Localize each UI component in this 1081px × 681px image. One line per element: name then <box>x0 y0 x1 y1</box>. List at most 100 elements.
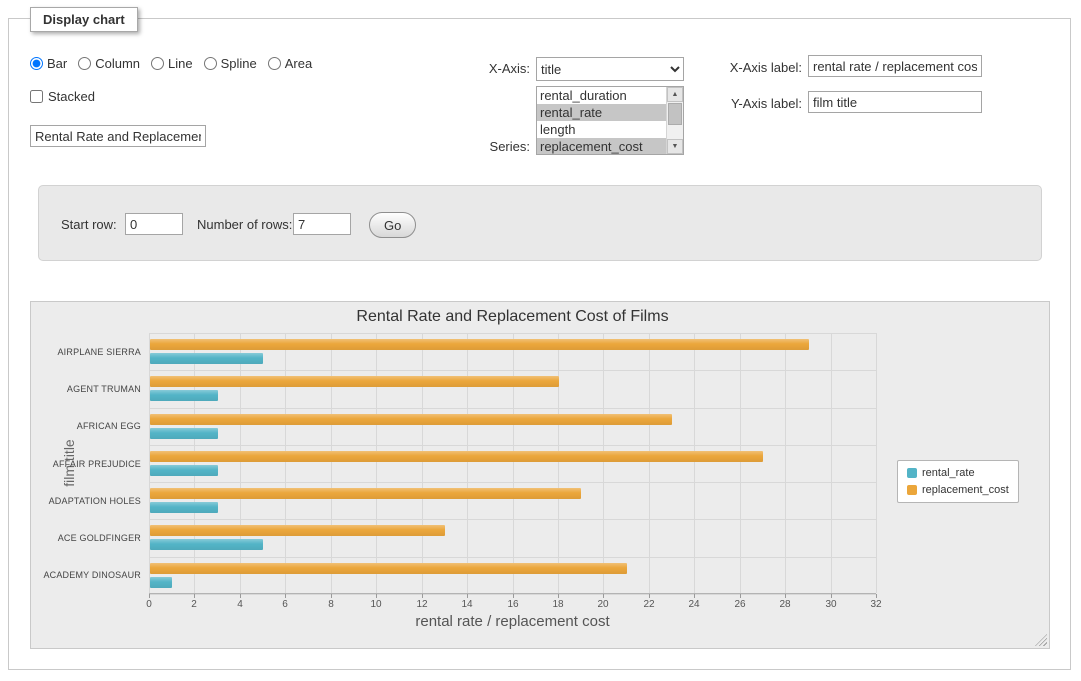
series-option-replacement_cost[interactable]: replacement_cost <box>537 138 666 154</box>
gridline-vertical <box>331 333 332 593</box>
tick-label: 20 <box>597 599 608 610</box>
tick-mark <box>149 594 150 598</box>
gridline-vertical <box>194 333 195 593</box>
chart-type-area[interactable]: Area <box>268 56 312 71</box>
gridline-vertical <box>876 333 877 593</box>
tick-label: 30 <box>825 599 836 610</box>
chart-category-labels: AIRPLANE SIERRAAGENT TRUMANAFRICAN EGGAF… <box>31 333 141 594</box>
tick-label: 16 <box>507 599 518 610</box>
y-axis-label-input[interactable] <box>808 91 982 113</box>
series-label: Series: <box>420 139 530 155</box>
bar-rental_rate <box>150 390 218 401</box>
tick-mark <box>422 594 423 598</box>
stacked-option[interactable]: Stacked <box>30 89 95 104</box>
gridline-vertical <box>149 333 150 593</box>
bar-replacement_cost <box>150 376 559 387</box>
tick-label: 2 <box>191 599 197 610</box>
stacked-checkbox[interactable] <box>30 90 43 103</box>
gridline-vertical <box>240 333 241 593</box>
tick-label: 8 <box>328 599 334 610</box>
radio-spline[interactable] <box>204 57 217 70</box>
gridline-vertical <box>785 333 786 593</box>
bar-replacement_cost <box>150 488 581 499</box>
gridline-vertical <box>513 333 514 593</box>
gridline-horizontal <box>149 370 876 371</box>
chart-title: Rental Rate and Replacement Cost of Film… <box>149 308 876 326</box>
gridline-horizontal <box>149 408 876 409</box>
tick-mark <box>649 594 650 598</box>
bar-replacement_cost <box>150 563 627 574</box>
legend-item-rental_rate[interactable]: rental_rate <box>907 467 1009 479</box>
x-axis-select[interactable]: title <box>536 57 684 81</box>
chart-type-bar[interactable]: Bar <box>30 56 67 71</box>
gridline-horizontal <box>149 482 876 483</box>
chart-x-axis-title: rental rate / replacement cost <box>149 613 876 630</box>
chart-resize-handle[interactable] <box>1035 634 1047 646</box>
radio-bar[interactable] <box>30 57 43 70</box>
bar-replacement_cost <box>150 451 763 462</box>
gridline-horizontal <box>149 445 876 446</box>
tick-label: 18 <box>552 599 563 610</box>
go-button[interactable]: Go <box>369 212 416 238</box>
gridline-vertical <box>467 333 468 593</box>
tick-mark <box>785 594 786 598</box>
number-of-rows-label: Number of rows: <box>197 217 292 233</box>
chart-type-spline[interactable]: Spline <box>204 56 257 71</box>
radio-label: Bar <box>47 56 67 71</box>
panel-title: Display chart <box>30 7 138 32</box>
gridline-vertical <box>285 333 286 593</box>
tick-mark <box>603 594 604 598</box>
gridline-vertical <box>831 333 832 593</box>
tick-label: 4 <box>237 599 243 610</box>
gridline-vertical <box>558 333 559 593</box>
chart-type-group: Bar Column Line Spline Area <box>30 56 312 71</box>
legend-swatch <box>907 485 917 495</box>
tick-mark <box>558 594 559 598</box>
scroll-down-icon[interactable]: ▼ <box>667 139 683 154</box>
gridline-horizontal <box>149 333 876 334</box>
series-listbox[interactable]: rental_durationrental_ratelengthreplacem… <box>536 86 684 155</box>
y-axis-label-label: Y-Axis label: <box>680 96 802 112</box>
radio-label: Line <box>168 56 193 71</box>
tick-label: 6 <box>282 599 288 610</box>
chart-type-line[interactable]: Line <box>151 56 193 71</box>
category-label: ACADEMY DINOSAUR <box>31 570 141 580</box>
radio-line[interactable] <box>151 57 164 70</box>
series-option-length[interactable]: length <box>537 121 666 138</box>
x-axis-label-input[interactable] <box>808 55 982 77</box>
series-option-rental_duration[interactable]: rental_duration <box>537 87 666 104</box>
tick-mark <box>331 594 332 598</box>
tick-label: 32 <box>870 599 881 610</box>
radio-label: Column <box>95 56 140 71</box>
start-row-input[interactable] <box>125 213 183 235</box>
gridline-vertical <box>603 333 604 593</box>
radio-area[interactable] <box>268 57 281 70</box>
bar-rental_rate <box>150 502 218 513</box>
gridline-vertical <box>422 333 423 593</box>
bar-rental_rate <box>150 539 263 550</box>
category-label: ACE GOLDFINGER <box>31 533 141 543</box>
number-of-rows-input[interactable] <box>293 213 351 235</box>
x-axis-select-label: X-Axis: <box>420 61 530 77</box>
radio-column[interactable] <box>78 57 91 70</box>
tick-label: 10 <box>370 599 381 610</box>
category-label: ADAPTATION HOLES <box>31 496 141 506</box>
tick-mark <box>694 594 695 598</box>
tick-mark <box>876 594 877 598</box>
gridline-vertical <box>694 333 695 593</box>
tick-mark <box>513 594 514 598</box>
bar-replacement_cost <box>150 525 445 536</box>
row-controls-panel: Start row: Number of rows: Go <box>38 185 1042 261</box>
bar-rental_rate <box>150 353 263 364</box>
series-option-rental_rate[interactable]: rental_rate <box>537 104 666 121</box>
chart-container: Rental Rate and Replacement Cost of Film… <box>30 301 1050 649</box>
legend-label: replacement_cost <box>922 484 1009 496</box>
tick-mark <box>285 594 286 598</box>
legend-item-replacement_cost[interactable]: replacement_cost <box>907 484 1009 496</box>
tick-label: 26 <box>734 599 745 610</box>
chart-type-column[interactable]: Column <box>78 56 140 71</box>
chart-title-input[interactable] <box>30 125 206 147</box>
tick-label: 24 <box>688 599 699 610</box>
x-axis-label-label: X-Axis label: <box>680 60 802 76</box>
plot-area <box>149 333 876 594</box>
